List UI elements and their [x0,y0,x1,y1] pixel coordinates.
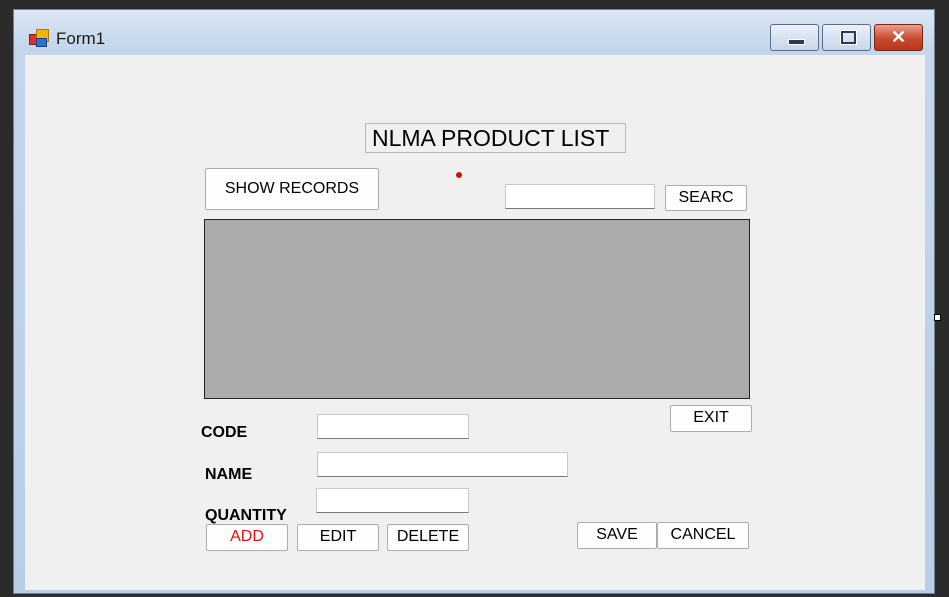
delete-button[interactable]: DELETE [387,524,469,551]
close-icon: ✕ [890,27,907,47]
code-label: CODE [201,424,248,441]
add-button[interactable]: ADD [206,524,288,551]
window-title: Form1 [56,29,106,48]
search-input[interactable] [505,184,655,209]
maximize-button[interactable] [822,24,871,51]
quantity-label: QUANTITY [205,507,287,524]
exit-button[interactable]: EXIT [670,405,752,432]
page-title: NLMA PRODUCT LIST [365,123,626,153]
maximize-icon [840,30,857,45]
search-button[interactable]: SEARC [665,185,747,211]
resize-handle[interactable] [934,314,941,321]
app-icon [29,29,49,47]
cancel-button[interactable]: CANCEL [657,522,749,549]
form-client-area: NLMA PRODUCT LIST SHOW RECORDS SEARC EXI… [25,55,925,590]
form-window: Form1 ✕ NLMA PRODUCT LIST SHOW RECORDS S… [13,9,935,594]
title-bar[interactable]: Form1 ✕ [14,10,934,55]
selection-marker [456,172,462,178]
minimize-button[interactable] [770,24,819,51]
save-button[interactable]: SAVE [577,522,657,549]
records-data-grid[interactable] [204,219,750,399]
quantity-field[interactable] [316,488,469,513]
show-records-button[interactable]: SHOW RECORDS [205,168,379,210]
name-label: NAME [205,466,253,483]
edit-button[interactable]: EDIT [297,524,379,551]
minimize-icon [788,39,805,45]
name-field[interactable] [317,452,568,477]
code-field[interactable] [317,414,469,439]
close-button[interactable]: ✕ [874,24,923,51]
